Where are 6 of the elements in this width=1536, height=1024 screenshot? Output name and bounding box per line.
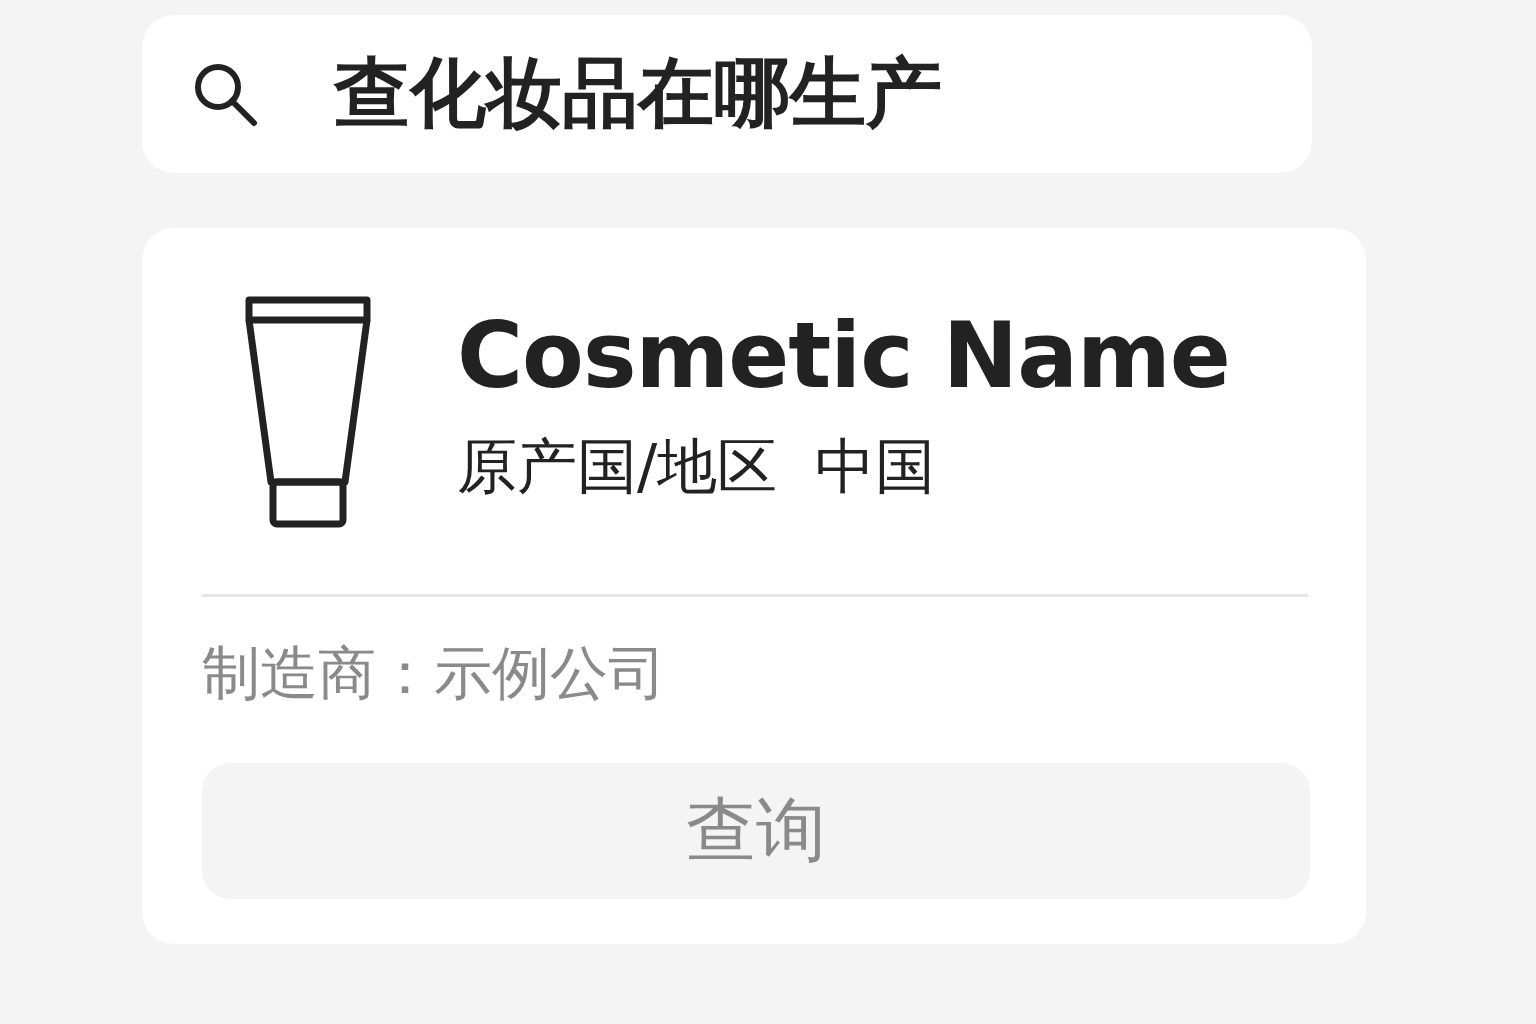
product-name: Cosmetic Name	[457, 306, 1230, 405]
search-field[interactable]: 查化妆品在哪生产	[142, 15, 1312, 173]
origin-label: 原产国/地区	[457, 430, 778, 503]
tube-icon	[245, 296, 371, 528]
origin-value: 中国	[815, 430, 936, 503]
manufacturer-text: 制造商：示例公司	[202, 638, 667, 709]
